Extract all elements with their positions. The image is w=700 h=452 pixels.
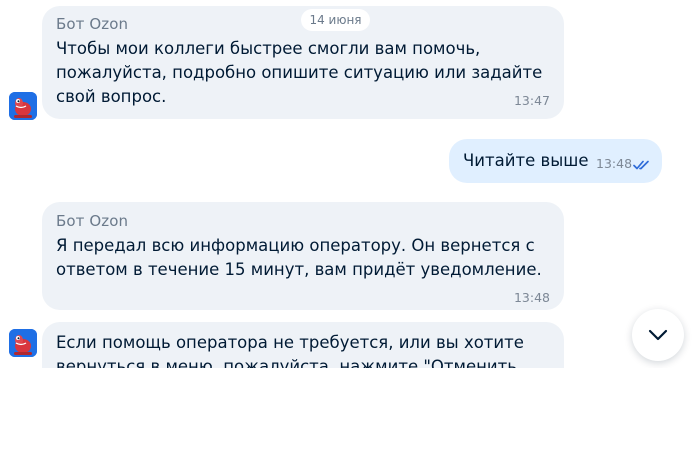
incoming-message-bubble: Бот Ozon Я передал всю информацию операт… <box>42 202 564 310</box>
message-text: Читайте выше <box>463 151 589 170</box>
message-text-line: Если помощь оператора не требуется, или … <box>56 333 524 352</box>
outgoing-message-bubble: Читайте выше 13:48 <box>449 139 662 183</box>
bot-avatar[interactable] <box>9 92 37 120</box>
message-text-line: Чтобы мои коллеги быстрее смогли вам пом… <box>56 39 481 58</box>
message-timestamp: 13:48 <box>596 156 633 171</box>
scroll-to-bottom-button[interactable] <box>632 309 684 361</box>
message-text-line: вернуться в меню, пожалуйста, нажмите "О… <box>56 357 517 368</box>
chat-message-list[interactable]: Бот Ozon Чтобы мои коллеги быстрее смогл… <box>0 0 700 368</box>
date-separator: 14 июня <box>301 9 370 31</box>
message-timestamp: 13:48 <box>513 290 550 305</box>
message-sender-name: Бот Ozon <box>56 212 129 230</box>
incoming-message-bubble: Если помощь оператора не требуется, или … <box>42 322 564 368</box>
message-text-line: ответом в течение 15 минут, вам придёт у… <box>56 260 542 279</box>
ozon-bot-mascot-icon <box>9 329 37 357</box>
message-text-line: пожалуйста, подробно опишите ситуацию ил… <box>56 63 543 82</box>
bot-avatar[interactable] <box>9 329 37 357</box>
double-check-icon <box>633 160 649 170</box>
message-text-line: Я передал всю информацию оператору. Он в… <box>56 236 535 255</box>
message-text-line: свой вопрос. <box>56 87 167 106</box>
message-sender-name: Бот Ozon <box>56 15 129 33</box>
ozon-bot-mascot-icon <box>9 92 37 120</box>
chevron-down-icon <box>648 329 668 341</box>
message-timestamp: 13:47 <box>513 93 550 108</box>
